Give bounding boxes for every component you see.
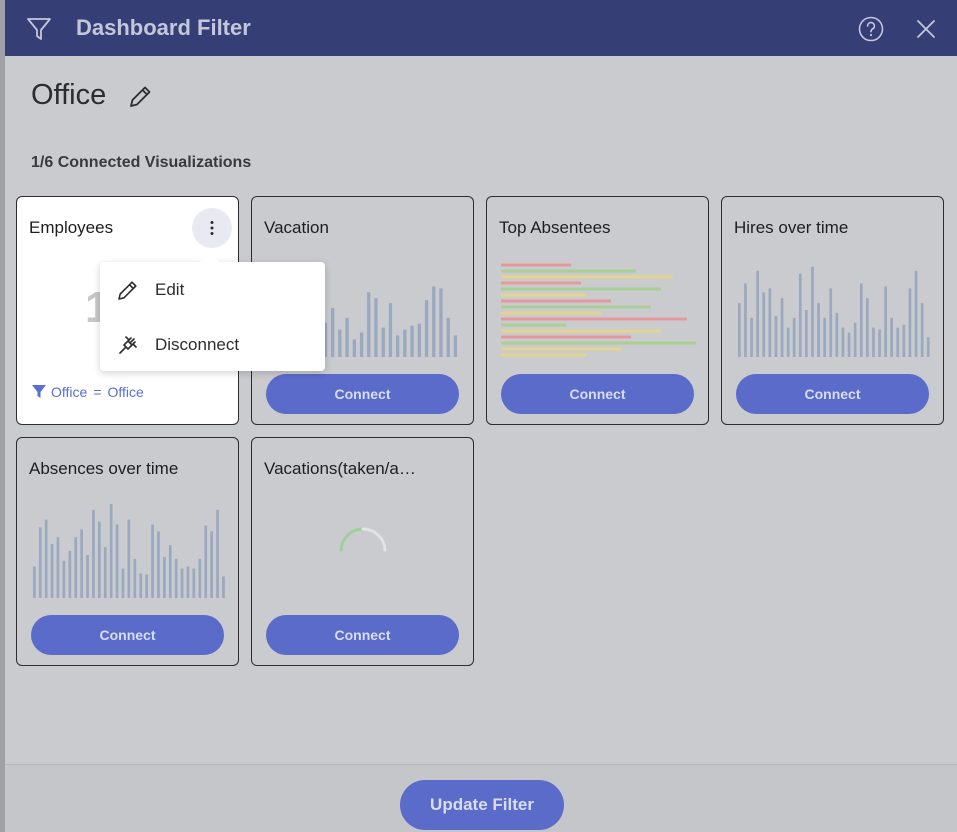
connect-button[interactable]: Connect — [266, 615, 459, 655]
card-hires-over-time[interactable]: Hires over time Connect — [721, 196, 944, 425]
pencil-icon — [118, 281, 137, 300]
dialog-footer: Update Filter — [5, 764, 957, 832]
more-options-button[interactable] — [192, 208, 232, 248]
help-icon[interactable] — [858, 16, 884, 42]
card-title: Top Absentees — [499, 218, 611, 237]
filter-binding-tag[interactable]: Office = Office — [32, 384, 144, 400]
menu-item-label: Edit — [155, 280, 185, 299]
dialog-header: Dashboard Filter — [5, 0, 957, 56]
filter-operator: = — [93, 384, 102, 400]
card-title: Absences over time — [29, 459, 179, 478]
card-title: Vacations(taken/a… — [264, 459, 416, 478]
menu-item-edit[interactable]: Edit — [100, 265, 325, 315]
card-title: Hires over time — [734, 218, 849, 237]
bar-sparkline-thumbnail — [738, 266, 930, 357]
close-icon[interactable] — [914, 17, 938, 41]
connect-button[interactable]: Connect — [501, 374, 694, 414]
loading-spinner-icon — [339, 527, 387, 552]
menu-item-disconnect[interactable]: Disconnect — [100, 320, 325, 370]
more-vertical-icon — [210, 221, 214, 235]
connect-button[interactable]: Connect — [31, 615, 224, 655]
connect-button[interactable]: Connect — [736, 374, 929, 414]
bar-sparkline-thumbnail — [33, 503, 225, 598]
dashboard-filter-dialog: Dashboard Filter Office 1/6 Connected Vi… — [5, 0, 957, 832]
card-title: Employees — [29, 218, 114, 237]
dialog-title: Dashboard Filter — [76, 15, 251, 40]
connect-button[interactable]: Connect — [266, 374, 459, 414]
card-absences-over-time[interactable]: Absences over time Connect — [16, 437, 239, 666]
connected-visualizations-count: 1/6 Connected Visualizations — [31, 154, 252, 171]
pencil-icon[interactable] — [126, 83, 154, 111]
filter-value: Office — [107, 384, 144, 400]
filter-name-title: Office — [31, 79, 107, 111]
filter-funnel-icon — [32, 385, 46, 398]
card-vacations-taken[interactable]: Vacations(taken/a… Connect — [251, 437, 474, 666]
menu-item-label: Disconnect — [155, 335, 240, 354]
card-context-menu: Edit Disconnect — [100, 252, 325, 371]
horizontal-bar-thumbnail — [501, 263, 696, 357]
card-title: Vacation — [264, 218, 329, 237]
filter-field: Office — [51, 384, 88, 400]
filter-icon — [27, 18, 51, 40]
plug-icon — [119, 336, 137, 354]
card-top-absentees[interactable]: Top Absentees Connect — [486, 196, 709, 425]
update-filter-button[interactable]: Update Filter — [400, 780, 564, 830]
